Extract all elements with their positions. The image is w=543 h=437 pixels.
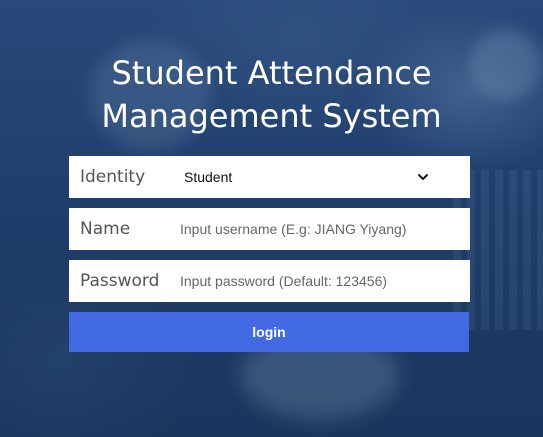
identity-field[interactable]: Identity Student [69, 156, 470, 198]
identity-label: Identity [80, 167, 146, 187]
page-title-line-1: Student Attendance [111, 54, 432, 92]
identity-selected-value: Student [184, 169, 233, 185]
name-field: Name [69, 208, 470, 250]
name-label: Name [80, 219, 131, 239]
identity-select[interactable]: Student [184, 169, 429, 185]
login-button[interactable]: login [69, 312, 469, 352]
username-input[interactable] [180, 221, 460, 237]
chevron-down-icon [418, 174, 428, 180]
password-input[interactable] [180, 273, 460, 289]
password-field: Password [69, 260, 470, 302]
page-title-line-2: Management System [101, 97, 442, 135]
password-label: Password [80, 271, 160, 291]
page-title: Student Attendance Management System [0, 52, 543, 138]
